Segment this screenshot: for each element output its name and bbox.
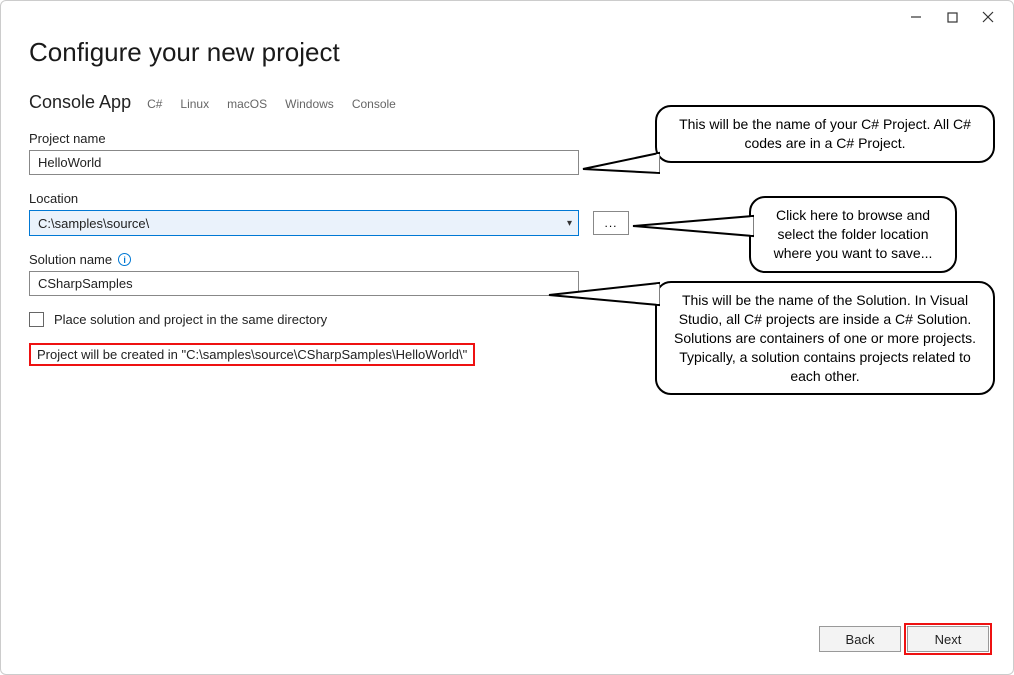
tag: macOS: [227, 97, 267, 111]
chevron-down-icon: ▾: [567, 218, 572, 229]
location-value: C:\samples\source\: [38, 216, 149, 231]
next-button[interactable]: Next: [907, 626, 989, 652]
callout-text: This will be the name of the Solution. I…: [674, 292, 976, 384]
callout-text: This will be the name of your C# Project…: [679, 116, 971, 151]
callout-text: Click here to browse and select the fold…: [774, 207, 933, 261]
path-preview: Project will be created in "C:\samples\s…: [29, 343, 475, 366]
tag: Linux: [180, 97, 209, 111]
same-directory-checkbox[interactable]: [29, 312, 44, 327]
page-title: Configure your new project: [29, 37, 985, 68]
same-directory-label: Place solution and project in the same d…: [54, 312, 327, 327]
location-combo[interactable]: C:\samples\source\ ▾: [29, 210, 579, 236]
callout-browse: Click here to browse and select the fold…: [749, 196, 957, 273]
footer-buttons: Back Next: [819, 626, 989, 652]
tag: Windows: [285, 97, 334, 111]
tag: Console: [352, 97, 396, 111]
maximize-icon[interactable]: [945, 10, 959, 24]
callout-solution: This will be the name of the Solution. I…: [655, 281, 995, 395]
window-controls: [909, 1, 1013, 33]
back-button[interactable]: Back: [819, 626, 901, 652]
app-type-label: Console App: [29, 92, 131, 113]
project-name-input[interactable]: [29, 150, 579, 175]
solution-name-input[interactable]: [29, 271, 579, 296]
tag-list: C# Linux macOS Windows Console: [147, 97, 396, 111]
callout-project-name: This will be the name of your C# Project…: [655, 105, 995, 163]
tag: C#: [147, 97, 162, 111]
info-icon[interactable]: i: [118, 253, 131, 266]
close-icon[interactable]: [981, 10, 995, 24]
browse-button[interactable]: ...: [593, 211, 629, 235]
minimize-icon[interactable]: [909, 10, 923, 24]
solution-name-label-text: Solution name: [29, 252, 112, 267]
